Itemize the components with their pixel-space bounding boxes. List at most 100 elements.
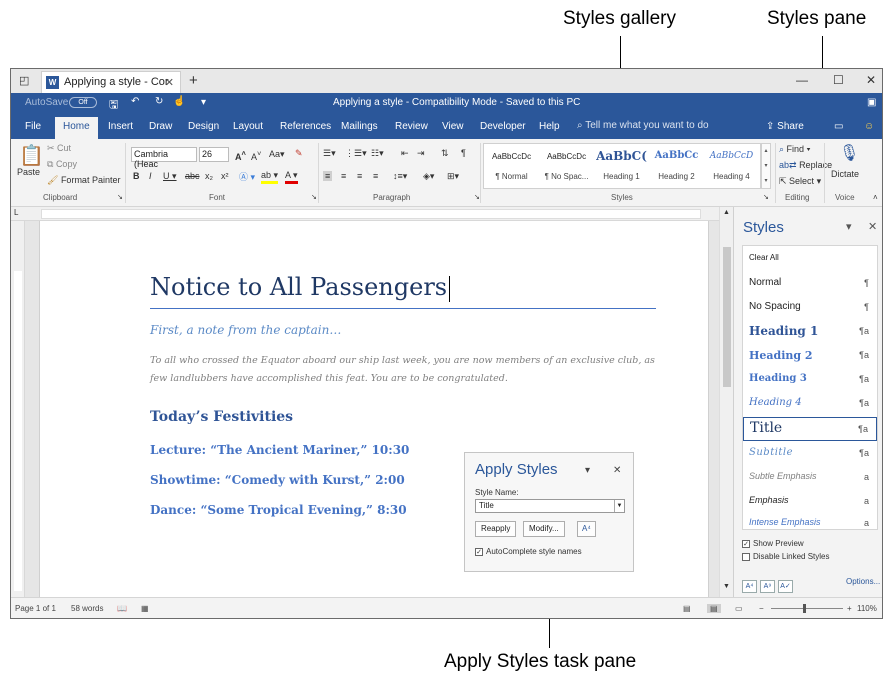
clear-formatting-icon[interactable]: ✎	[295, 148, 303, 159]
redo-icon[interactable]: ↻	[155, 96, 163, 107]
underline-icon[interactable]: U ▾	[163, 171, 177, 182]
bold-icon[interactable]: B	[133, 171, 140, 181]
tell-me-search[interactable]: ⌕ Tell me what you want to do	[577, 120, 709, 131]
gallery-style-heading-4[interactable]: AaBbCcD Heading 4	[704, 144, 759, 188]
style-item-clear-all[interactable]: Clear All	[743, 248, 877, 272]
manage-styles-icon[interactable]: A✓	[778, 580, 793, 593]
tab-insert[interactable]: Insert	[108, 121, 133, 132]
autosave-toggle[interactable]: Off	[69, 97, 97, 108]
paste-icon[interactable]: 📋	[19, 143, 44, 168]
undo-icon[interactable]: ↶	[131, 96, 139, 107]
paste-button[interactable]: Paste	[17, 167, 40, 177]
decrease-indent-icon[interactable]: ⇤	[401, 148, 409, 159]
scroll-up-icon[interactable]: ▲	[723, 209, 730, 216]
document-title-text[interactable]: Notice to All Passengers	[150, 273, 451, 302]
tab-help[interactable]: Help	[539, 121, 560, 132]
share-button[interactable]: ⇪ Share	[766, 121, 804, 132]
highlight-icon[interactable]: ab ▾	[261, 170, 279, 184]
borders-icon[interactable]: ⊞▾	[447, 171, 459, 182]
document-heading[interactable]: Today’s Festivities	[150, 409, 293, 425]
find-button[interactable]: ⌕ Find ▾	[779, 144, 810, 155]
zoom-slider-thumb[interactable]	[803, 604, 806, 613]
macro-recording-icon[interactable]: ▦	[141, 604, 149, 613]
italic-icon[interactable]: I	[149, 171, 152, 181]
multilevel-list-icon[interactable]: ☷▾	[371, 148, 384, 159]
clipboard-launcher-icon[interactable]: ↘	[117, 193, 123, 201]
tab-developer[interactable]: Developer	[480, 121, 526, 132]
disable-linked-checkbox[interactable]: Disable Linked Styles	[742, 552, 829, 561]
tab-file[interactable]: File	[25, 121, 41, 132]
line-spacing-icon[interactable]: ↕≡▾	[393, 171, 407, 182]
style-item-intense-emphasis[interactable]: Intense Emphasis a	[743, 512, 877, 536]
style-item-heading-3[interactable]: Heading 3 ¶a	[743, 368, 877, 392]
copy-button[interactable]: ⧉ Copy	[47, 159, 77, 170]
style-item-emphasis[interactable]: Emphasis a	[743, 490, 877, 514]
tab-home[interactable]: Home	[55, 117, 98, 139]
close-icon[interactable]: ✕	[613, 465, 621, 476]
close-icon[interactable]: ✕	[868, 220, 877, 233]
tab-review[interactable]: Review	[395, 121, 428, 132]
style-inspector-icon[interactable]: A⁹	[760, 580, 775, 593]
tab-actions-icon[interactable]: ◰	[19, 74, 29, 87]
align-right-icon[interactable]: ≡	[357, 171, 362, 181]
tab-layout[interactable]: Layout	[233, 121, 263, 132]
scroll-down-icon[interactable]: ▼	[723, 583, 730, 590]
tab-selector-icon[interactable]: L	[14, 208, 18, 217]
tab-draw[interactable]: Draw	[149, 121, 172, 132]
reapply-button[interactable]: Reapply	[475, 521, 517, 537]
styles-pane-button[interactable]: A⁴	[577, 521, 596, 537]
font-size-select[interactable]: 26	[199, 147, 229, 162]
autocomplete-checkbox[interactable]: ✓ AutoComplete style names	[475, 547, 582, 556]
bullets-icon[interactable]: ☰▾	[323, 148, 336, 159]
minimize-button[interactable]: —	[796, 73, 808, 87]
close-tab-icon[interactable]: ✕	[165, 76, 174, 89]
zoom-out-icon[interactable]: −	[759, 604, 764, 613]
style-item-heading-4[interactable]: Heading 4 ¶a	[743, 392, 877, 416]
microphone-icon[interactable]: 🎙	[839, 143, 859, 163]
document-scrollbar[interactable]: ▲ ▼	[719, 207, 733, 597]
web-layout-icon[interactable]: ▭	[735, 604, 743, 613]
pane-options-icon[interactable]: ▾	[585, 465, 590, 476]
zoom-slider[interactable]	[771, 608, 843, 609]
style-item-no-spacing[interactable]: No Spacing ¶	[743, 296, 877, 320]
page-count[interactable]: Page 1 of 1	[15, 604, 56, 613]
print-layout-icon[interactable]: ▤	[707, 604, 721, 613]
sort-icon[interactable]: ⇅	[441, 148, 449, 159]
touch-mode-icon[interactable]: ☝	[173, 96, 185, 107]
style-item-normal[interactable]: Normal ¶	[743, 272, 877, 296]
align-center-icon[interactable]: ≡	[341, 171, 346, 181]
numbering-icon[interactable]: ⋮☰▾	[345, 148, 367, 159]
read-mode-icon[interactable]: ▤	[683, 604, 691, 613]
show-preview-checkbox[interactable]: ✓ Show Preview	[742, 539, 804, 548]
horizontal-ruler[interactable]: L	[11, 207, 733, 221]
align-left-icon[interactable]: ≡	[323, 171, 333, 181]
document-item[interactable]: Showtime: “Comedy with Kurst,” 2:00	[150, 473, 405, 487]
style-item-heading-1[interactable]: Heading 1 ¶a	[743, 320, 877, 344]
select-button[interactable]: ⇱ Select ▾	[779, 176, 821, 187]
gallery-style-normal[interactable]: AaBbCcDc ¶ Normal	[484, 144, 539, 188]
document-subtitle[interactable]: First, a note from the captain…	[150, 323, 341, 337]
zoom-in-icon[interactable]: +	[847, 604, 852, 613]
options-link[interactable]: Options...	[846, 577, 880, 586]
close-window-button[interactable]: ✕	[866, 73, 876, 87]
subscript-icon[interactable]: x₂	[205, 171, 213, 181]
ribbon-display-icon[interactable]: ▣	[867, 97, 876, 108]
modify-button[interactable]: Modify...	[523, 521, 565, 537]
style-item-heading-2[interactable]: Heading 2 ¶a	[743, 344, 877, 368]
proofing-icon[interactable]: 📖	[117, 604, 127, 613]
gallery-scroll[interactable]: ▴ ▾ ▾	[761, 143, 771, 189]
maximize-button[interactable]: ☐	[833, 73, 844, 87]
pane-options-icon[interactable]: ▾	[846, 220, 852, 233]
font-launcher-icon[interactable]: ↘	[311, 193, 317, 201]
strikethrough-icon[interactable]: abc	[185, 171, 200, 181]
customize-toolbar-icon[interactable]: ▾	[201, 97, 206, 108]
gallery-style-heading-1[interactable]: AaBbC( Heading 1	[594, 144, 649, 188]
show-marks-icon[interactable]: ¶	[461, 148, 466, 158]
new-tab-button[interactable]: +	[189, 72, 198, 89]
vertical-ruler[interactable]	[11, 221, 25, 597]
tab-view[interactable]: View	[442, 121, 464, 132]
gallery-style-heading-2[interactable]: AaBbCc Heading 2	[649, 144, 704, 188]
new-style-icon[interactable]: A⁴	[742, 580, 757, 593]
increase-indent-icon[interactable]: ⇥	[417, 148, 425, 159]
document-item[interactable]: Dance: “Some Tropical Evening,” 8:30	[150, 503, 407, 517]
